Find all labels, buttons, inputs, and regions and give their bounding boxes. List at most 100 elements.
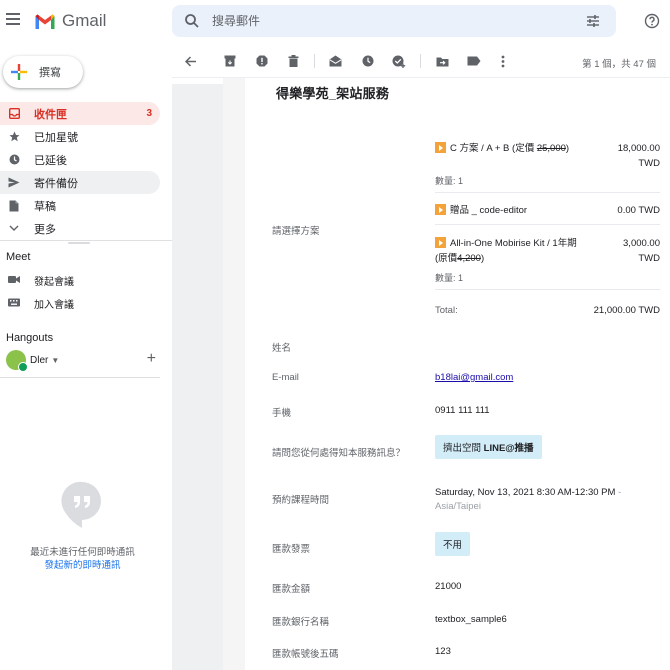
hangouts-section-title: Hangouts xyxy=(6,332,54,344)
hangouts-empty-state: 最近未進行任何即時通訊 發起新的即時通訊 xyxy=(0,546,165,572)
package-divider xyxy=(435,192,660,193)
package-name-text: 贈品 _ code-editor xyxy=(450,205,528,216)
archive-icon[interactable] xyxy=(222,53,238,69)
compose-label: 撰寫 xyxy=(39,67,61,79)
package-quantity: 數量: 1 xyxy=(435,273,464,283)
sidebar-divider xyxy=(0,240,172,241)
meet-item-label: 發起會議 xyxy=(34,276,74,288)
sidebar-item-drafts[interactable]: 草稿 xyxy=(0,194,160,217)
search-bar xyxy=(172,5,616,37)
hangouts-empty-text: 最近未進行任何即時通訊 xyxy=(30,547,135,558)
add-to-tasks-icon[interactable] xyxy=(391,53,407,69)
avatar xyxy=(6,350,28,372)
message-toolbar: 第 1 個，共 47 個 xyxy=(172,44,670,78)
package-price-amount: 3,000.00 xyxy=(623,238,660,249)
package-price-currency: TWD xyxy=(638,158,660,169)
hangouts-divider xyxy=(0,377,160,378)
sidebar-item-sent[interactable]: 寄件備份 xyxy=(0,171,160,194)
sidebar-item-inbox[interactable]: 收件匣 3 xyxy=(0,102,160,125)
star-icon xyxy=(8,131,20,143)
inbox-icon xyxy=(8,108,20,120)
sidebar-item-snoozed[interactable]: 已延後 xyxy=(0,148,160,171)
package-name-text: All-in-One Mobirise Kit / 1年期 xyxy=(450,238,577,249)
sidebar-item-label: 收件匣 xyxy=(34,108,67,121)
search-input[interactable] xyxy=(212,11,542,31)
original-price: 4,200 xyxy=(457,253,481,264)
search-icon[interactable] xyxy=(184,13,200,29)
sidebar-item-starred[interactable]: 已加星號 xyxy=(0,125,160,148)
main-menu-icon[interactable] xyxy=(6,13,20,27)
help-icon[interactable] xyxy=(644,13,660,29)
play-icon xyxy=(435,142,446,153)
email-link[interactable]: b18lai@gmail.com xyxy=(435,372,513,383)
add-contact-icon[interactable]: + xyxy=(147,350,156,368)
invoice-label: 匯款發票 xyxy=(272,544,311,555)
send-icon xyxy=(8,177,20,189)
snooze-icon[interactable] xyxy=(360,53,376,69)
play-icon xyxy=(435,204,446,215)
hangouts-user[interactable]: Dler ▼ + xyxy=(6,348,156,372)
email-label: E-mail xyxy=(272,372,299,383)
bank-value: textbox_sample6 xyxy=(435,614,507,625)
original-price: 25,000 xyxy=(536,143,566,154)
sidebar-item-label: 已延後 xyxy=(34,154,67,167)
time-value-text: Saturday, Nov 13, 2021 8:30 AM-12:30 PM xyxy=(435,487,616,498)
package-name-text: (原價 xyxy=(435,253,458,264)
resize-handle[interactable] xyxy=(68,242,90,244)
package-name: C 方案 / A + B (定價 25,000) xyxy=(435,141,569,156)
gmail-logo[interactable]: Gmail xyxy=(34,11,106,31)
bank-label: 匯款銀行名稱 xyxy=(272,617,330,628)
video-icon xyxy=(8,273,20,287)
chat-bubble-icon xyxy=(61,481,101,528)
pagination-text: 第 1 個，共 47 個 xyxy=(582,59,656,70)
top-header: Gmail xyxy=(0,0,670,44)
package-divider xyxy=(435,224,660,225)
report-spam-icon[interactable] xyxy=(254,53,270,69)
name-label: 姓名 xyxy=(272,343,292,354)
email-content: 得樂學苑_架站服務 請選擇方案 C 方案 / A + B (定價 25,000)… xyxy=(245,78,670,670)
hangouts-user-name: Dler xyxy=(30,354,49,366)
sidebar-item-label: 草稿 xyxy=(34,200,56,213)
source-label: 請問您從何處得知本服務訊息？ xyxy=(272,448,406,459)
back-arrow-icon[interactable] xyxy=(183,53,199,69)
move-to-icon[interactable] xyxy=(434,53,450,69)
sidebar: 撰寫 收件匣 3 已加星號 已延後 寄件備份 草稿 更多 Meet 發起會議 加… xyxy=(0,44,172,670)
start-chat-link[interactable]: 發起新的即時通訊 xyxy=(0,559,165,572)
sidebar-item-label: 寄件備份 xyxy=(34,177,78,190)
time-label: 預約課程時間 xyxy=(272,495,330,506)
keyboard-icon xyxy=(8,296,20,310)
caret-down-icon: ▼ xyxy=(51,355,60,365)
join-meeting-button[interactable]: 加入會議 xyxy=(8,293,74,313)
toolbar-divider xyxy=(314,54,315,68)
invoice-value-chip: 不用 xyxy=(435,532,471,556)
sidebar-item-label: 更多 xyxy=(34,223,56,236)
sidebar-item-more[interactable]: 更多 xyxy=(0,217,160,240)
more-vert-icon[interactable] xyxy=(495,53,511,69)
meet-section-title: Meet xyxy=(6,251,31,263)
clock-icon xyxy=(8,154,20,166)
app-name: Gmail xyxy=(62,11,107,30)
start-meeting-button[interactable]: 發起會議 xyxy=(8,270,74,290)
package-divider xyxy=(435,289,660,290)
label-icon[interactable] xyxy=(466,53,482,69)
time-dash: - xyxy=(615,487,622,498)
chevron-down-icon xyxy=(8,223,20,235)
play-icon xyxy=(435,237,446,248)
package-price: 18,000.00 TWD xyxy=(618,141,660,171)
search-options-icon[interactable] xyxy=(585,13,601,29)
meet-item-label: 加入會議 xyxy=(34,299,74,311)
delete-icon[interactable] xyxy=(285,53,301,69)
mark-read-icon[interactable] xyxy=(327,53,343,69)
folder-list: 收件匣 3 已加星號 已延後 寄件備份 草稿 更多 xyxy=(0,102,172,240)
timezone-text: Asia/Taipei xyxy=(435,501,481,512)
toolbar-divider xyxy=(420,54,421,68)
package-price: 3,000.00 TWD xyxy=(623,236,660,266)
unread-count: 3 xyxy=(146,108,152,119)
package-name: All-in-One Mobirise Kit / 1年期 (原價4,200) xyxy=(435,236,577,266)
sidebar-item-label: 已加星號 xyxy=(34,131,78,144)
package-price-amount: 18,000.00 xyxy=(617,143,660,154)
compose-button[interactable]: 撰寫 xyxy=(3,56,83,88)
package-price: 0.00 TWD xyxy=(617,205,660,216)
account-label: 匯款帳號後五碼 xyxy=(272,649,339,660)
time-value: Saturday, Nov 13, 2021 8:30 AM-12:30 PM … xyxy=(435,486,621,514)
